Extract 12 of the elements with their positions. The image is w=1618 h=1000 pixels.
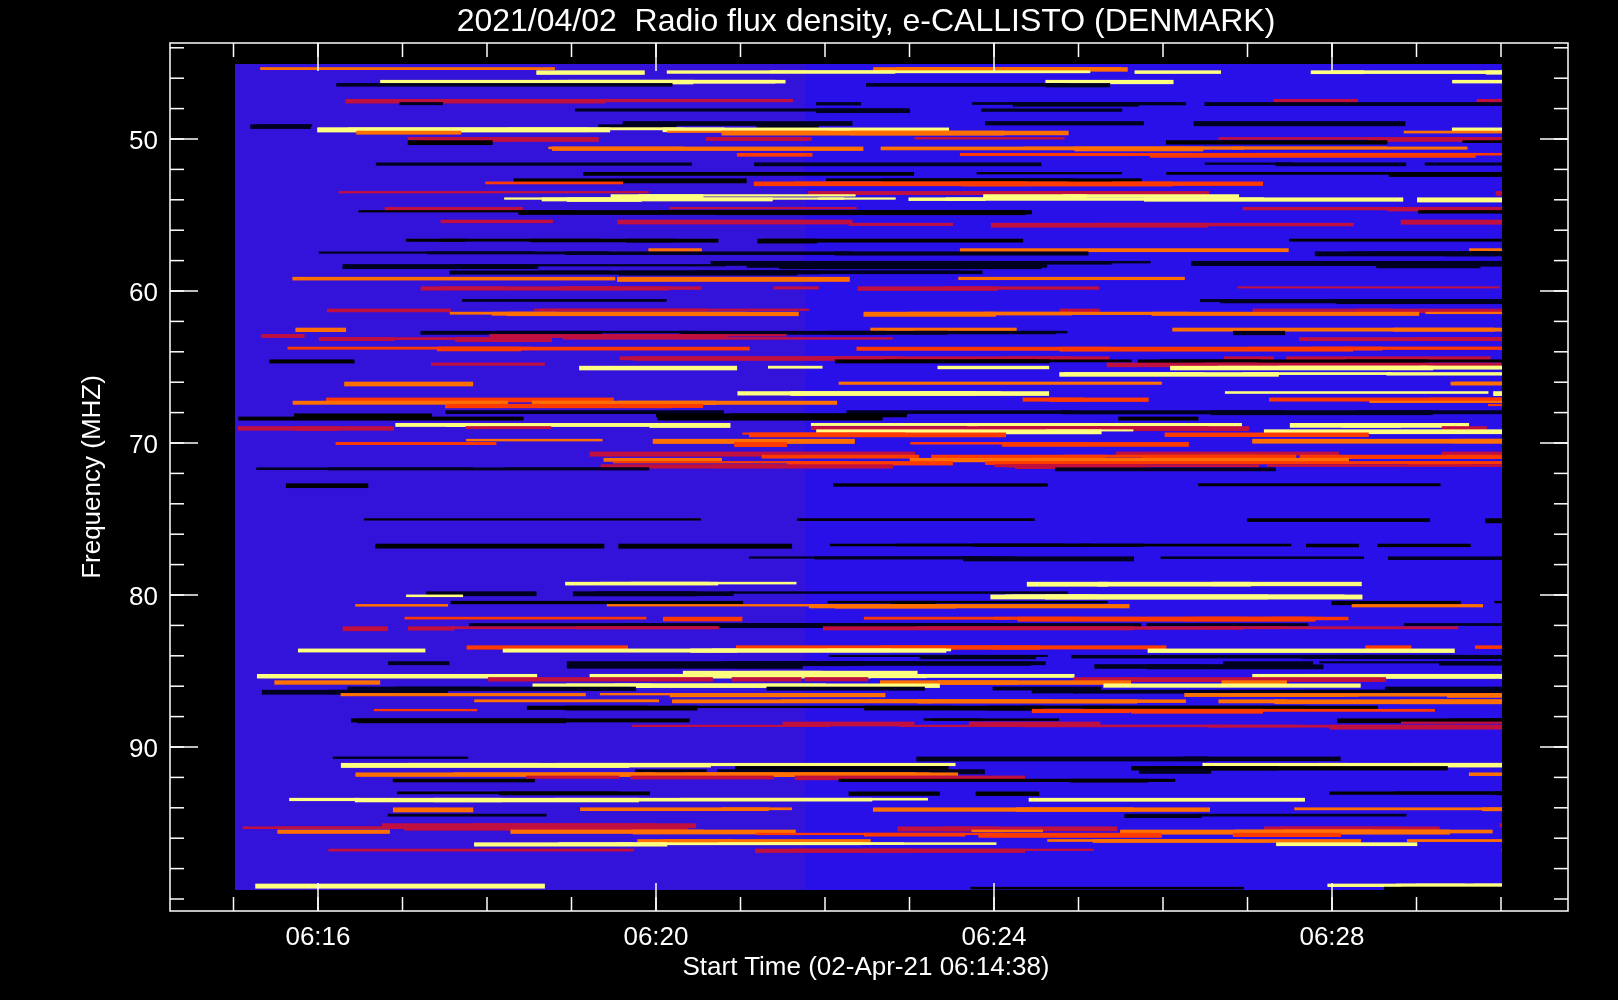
y-tick-label: 60 bbox=[129, 277, 158, 307]
y-tick-label: 80 bbox=[129, 581, 158, 611]
chart-title: 2021/04/02 Radio flux density, e-CALLISTO (DENMARK) bbox=[456, 2, 1276, 38]
y-tick-label: 90 bbox=[129, 733, 158, 763]
x-tick-label: 06:24 bbox=[961, 921, 1027, 951]
y-tick-label: 70 bbox=[129, 429, 158, 459]
y-tick-label: 50 bbox=[129, 125, 158, 155]
x-tick-label: 06:20 bbox=[623, 921, 689, 951]
x-tick-label: 06:28 bbox=[1299, 921, 1365, 951]
x-axis-title: Start Time (02-Apr-21 06:14:38) bbox=[682, 951, 1050, 981]
x-tick-label: 06:16 bbox=[285, 921, 351, 951]
y-axis-title: Frequency (MHZ) bbox=[76, 375, 106, 579]
